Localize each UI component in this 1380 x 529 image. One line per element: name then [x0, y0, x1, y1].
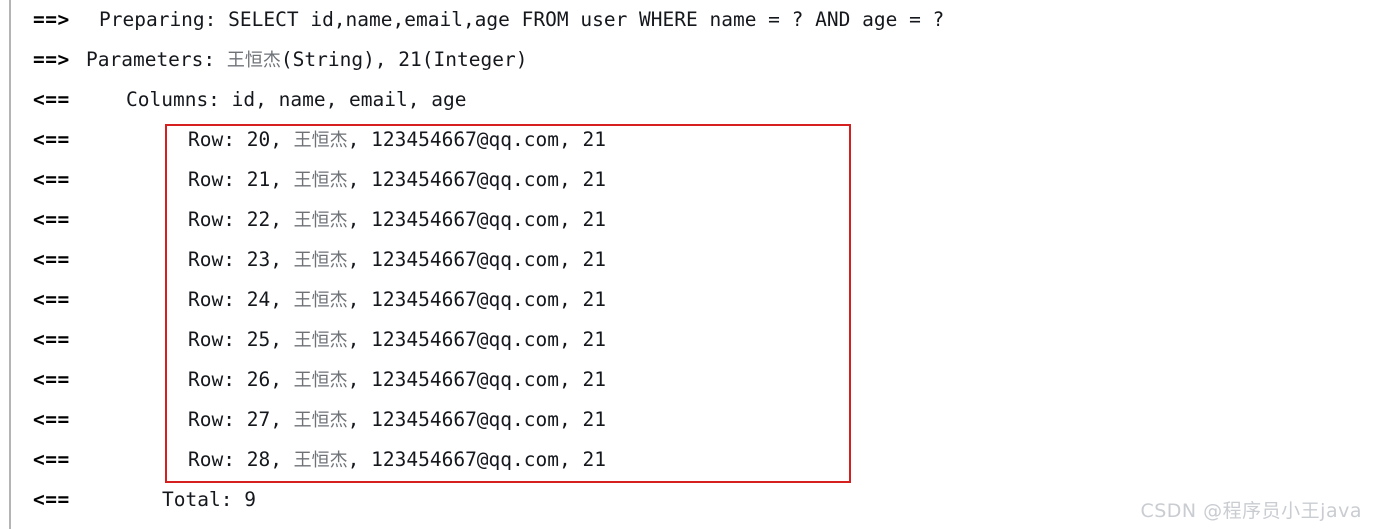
log-line-body: Row: 23, 王恒杰, 123454667@qq.com, 21: [188, 240, 606, 281]
log-line-value: 9: [232, 488, 256, 511]
log-line-body: Row: 24, 王恒杰, 123454667@qq.com, 21: [188, 280, 606, 321]
log-line: <== Row: 24, 王恒杰, 123454667@qq.com, 21: [0, 280, 1380, 320]
log-line-body: Row: 22, 王恒杰, 123454667@qq.com, 21: [188, 200, 606, 241]
log-line-value: 22,: [234, 208, 294, 231]
log-line-label: Row:: [188, 208, 235, 231]
log-line-label: Columns:: [126, 88, 220, 111]
log-line-label: Row:: [188, 328, 235, 351]
log-line-value: 26,: [234, 368, 294, 391]
log-line-label: Parameters:: [86, 48, 216, 71]
log-line-cjk-value: 王恒杰: [293, 450, 348, 471]
log-line-body: Row: 25, 王恒杰, 123454667@qq.com, 21: [188, 320, 606, 361]
log-line-value: 21,: [234, 168, 294, 191]
response-arrow-icon: <==: [33, 368, 70, 391]
log-line-value: SELECT id,name,email,age FROM user WHERE…: [216, 8, 945, 31]
log-line: <== Row: 20, 王恒杰, 123454667@qq.com, 21: [0, 120, 1380, 160]
log-line-list: ==> Preparing: SELECT id,name,email,age F…: [0, 0, 1380, 520]
log-line-value: 25,: [234, 328, 294, 351]
log-line-cjk-value: 王恒杰: [293, 130, 348, 151]
sql-console-log: ==> Preparing: SELECT id,name,email,age F…: [0, 0, 1380, 529]
log-line-tail: , 123454667@qq.com, 21: [347, 208, 606, 231]
log-line-body: Preparing: SELECT id,name,email,age FROM…: [99, 0, 944, 40]
log-line: <== Row: 27, 王恒杰, 123454667@qq.com, 21: [0, 400, 1380, 440]
response-arrow-icon: <==: [33, 248, 70, 271]
log-line-cjk-value: 王恒杰: [293, 410, 348, 431]
log-line-tail: , 123454667@qq.com, 21: [347, 448, 606, 471]
log-line: <== Row: 25, 王恒杰, 123454667@qq.com, 21: [0, 320, 1380, 360]
log-line-label: Row:: [188, 448, 235, 471]
log-line-cjk-value: 王恒杰: [293, 370, 348, 391]
log-line-label: Total:: [162, 488, 233, 511]
log-line-cjk-value: 王恒杰: [293, 170, 348, 191]
log-line: <== Row: 26, 王恒杰, 123454667@qq.com, 21: [0, 360, 1380, 400]
response-arrow-icon: <==: [33, 408, 70, 431]
log-line-cjk-value: 王恒杰: [293, 290, 348, 311]
log-line-tail: , 123454667@qq.com, 21: [347, 368, 606, 391]
log-line-value: [215, 48, 227, 71]
log-line-cjk-value: 王恒杰: [293, 330, 348, 351]
log-line-body: Columns: id, name, email, age: [126, 80, 466, 120]
log-line-tail: , 123454667@qq.com, 21: [347, 288, 606, 311]
log-line-body: Parameters: 王恒杰(String), 21(Integer): [86, 40, 527, 81]
request-arrow-icon: ==>: [33, 48, 70, 71]
log-line-label: Preparing:: [99, 8, 217, 31]
log-line-body: Row: 21, 王恒杰, 123454667@qq.com, 21: [188, 160, 606, 201]
log-line-value: 23,: [234, 248, 294, 271]
log-line-body: Row: 28, 王恒杰, 123454667@qq.com, 21: [188, 440, 606, 481]
log-line-tail: , 123454667@qq.com, 21: [347, 328, 606, 351]
log-line: ==> Parameters: 王恒杰(String), 21(Integer): [0, 40, 1380, 80]
log-line-cjk-value: 王恒杰: [293, 250, 348, 271]
log-line-label: Row:: [188, 408, 235, 431]
log-line-cjk-value: 王恒杰: [293, 210, 348, 231]
log-line-body: Row: 27, 王恒杰, 123454667@qq.com, 21: [188, 400, 606, 441]
log-line-cjk-value: 王恒杰: [226, 50, 281, 71]
log-line-label: Row:: [188, 128, 235, 151]
log-line-body: Total: 9: [162, 480, 256, 520]
log-line: ==> Preparing: SELECT id,name,email,age F…: [0, 0, 1380, 40]
log-line-body: Row: 26, 王恒杰, 123454667@qq.com, 21: [188, 360, 606, 401]
log-line-tail: , 123454667@qq.com, 21: [347, 128, 606, 151]
response-arrow-icon: <==: [33, 88, 70, 111]
log-line-body: Row: 20, 王恒杰, 123454667@qq.com, 21: [188, 120, 606, 161]
csdn-watermark: CSDN @程序员小王java: [1140, 500, 1362, 522]
log-line-value: 27,: [234, 408, 294, 431]
log-line-label: Row:: [188, 248, 235, 271]
log-line-label: Row:: [188, 168, 235, 191]
response-arrow-icon: <==: [33, 448, 70, 471]
log-line-value: 24,: [234, 288, 294, 311]
log-line: <== Row: 28, 王恒杰, 123454667@qq.com, 21: [0, 440, 1380, 480]
log-line-tail: (String), 21(Integer): [280, 48, 528, 71]
log-line: <== Columns: id, name, email, age: [0, 80, 1380, 120]
log-line-label: Row:: [188, 368, 235, 391]
log-line-value: 20,: [234, 128, 294, 151]
log-line-tail: , 123454667@qq.com, 21: [347, 248, 606, 271]
log-line-value: id, name, email, age: [219, 88, 467, 111]
log-line-value: 28,: [234, 448, 294, 471]
log-line-label: Row:: [188, 288, 235, 311]
response-arrow-icon: <==: [33, 168, 70, 191]
log-line: <== Row: 21, 王恒杰, 123454667@qq.com, 21: [0, 160, 1380, 200]
log-line-tail: , 123454667@qq.com, 21: [347, 168, 606, 191]
request-arrow-icon: ==>: [33, 8, 70, 31]
response-arrow-icon: <==: [33, 208, 70, 231]
log-line-tail: , 123454667@qq.com, 21: [347, 408, 606, 431]
response-arrow-icon: <==: [33, 128, 70, 151]
response-arrow-icon: <==: [33, 328, 70, 351]
log-line: <== Row: 23, 王恒杰, 123454667@qq.com, 21: [0, 240, 1380, 280]
log-line: <== Row: 22, 王恒杰, 123454667@qq.com, 21: [0, 200, 1380, 240]
response-arrow-icon: <==: [33, 488, 70, 511]
response-arrow-icon: <==: [33, 288, 70, 311]
